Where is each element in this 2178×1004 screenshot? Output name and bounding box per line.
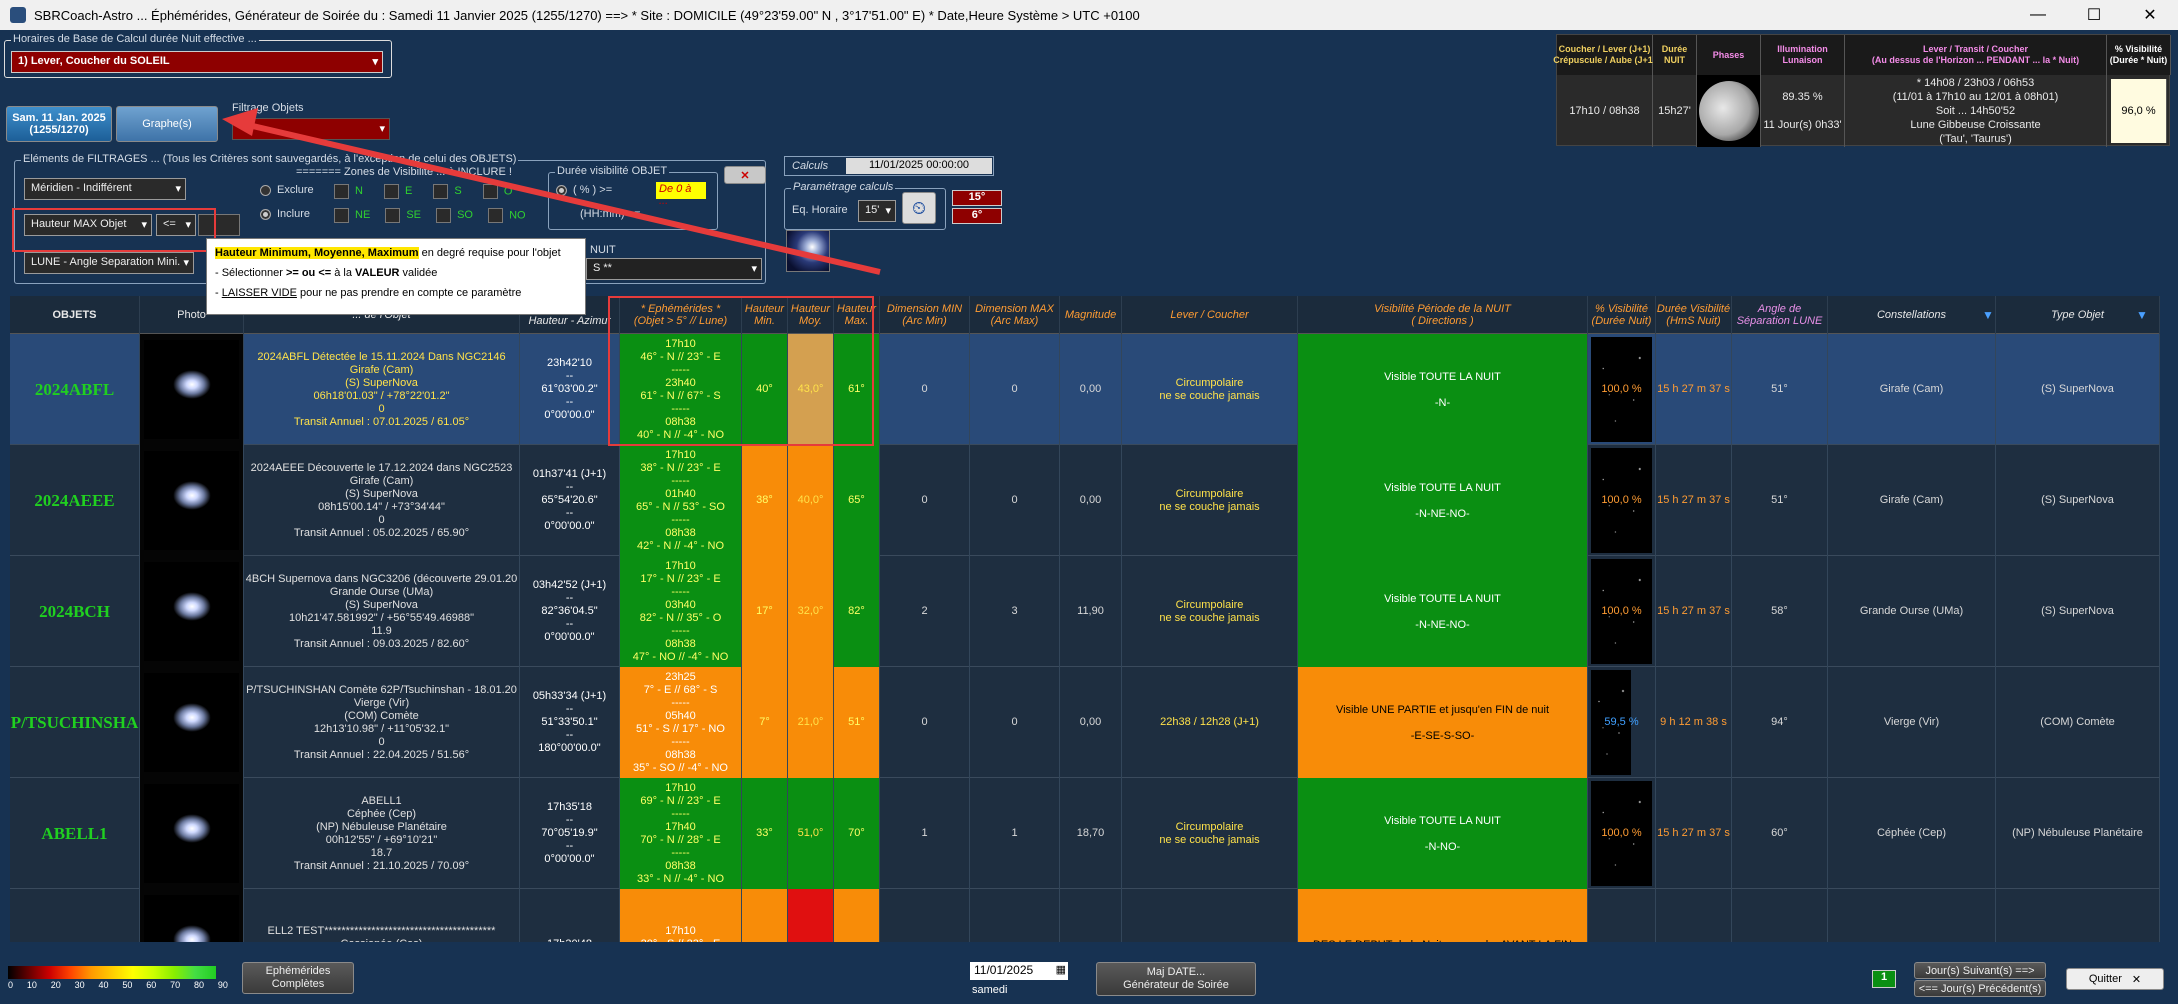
arrow-line: [243, 121, 881, 275]
arrow-head: [222, 108, 258, 136]
annotation-arrow: [222, 108, 881, 275]
